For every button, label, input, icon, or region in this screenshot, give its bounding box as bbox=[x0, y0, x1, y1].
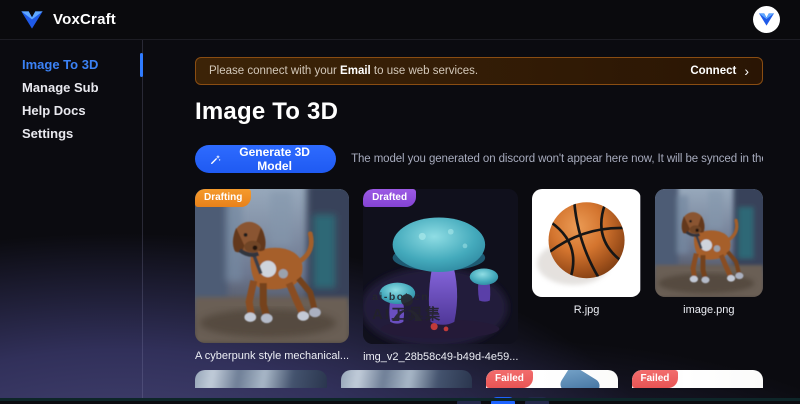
task-card: R.jpg bbox=[532, 189, 640, 363]
user-avatar[interactable] bbox=[753, 6, 780, 33]
task-thumbnail-mushroom[interactable]: ai-bot.cn AI工具集 Drafted bbox=[363, 189, 518, 344]
status-badge: Failed bbox=[632, 370, 679, 388]
sidebar-item-help-docs[interactable]: Help Docs bbox=[0, 100, 142, 122]
discord-sync-notice: The model you generated on discord won't… bbox=[351, 153, 763, 165]
watermark: ai-bot.cn AI工具集 bbox=[372, 291, 442, 324]
main-content: Please connect with your Email to use we… bbox=[143, 40, 800, 401]
banner-text: Please connect with your Email to use we… bbox=[209, 65, 478, 77]
task-card-partial[interactable] bbox=[195, 370, 327, 388]
connect-button[interactable]: Connect › bbox=[690, 64, 749, 78]
task-caption: A cyberpunk style mechanical... bbox=[195, 350, 349, 362]
magic-wand-icon bbox=[210, 153, 221, 166]
sidebar: Image To 3D Manage Sub Help Docs Setting… bbox=[0, 40, 143, 401]
ai-bot-logo-icon bbox=[372, 291, 442, 324]
actions-row: Generate 3D Model The model you generate… bbox=[195, 145, 763, 173]
task-thumbnail-robot-dog[interactable] bbox=[655, 189, 763, 297]
generate-3d-model-button[interactable]: Generate 3D Model bbox=[195, 145, 336, 173]
status-badge: Drafted bbox=[363, 189, 416, 207]
page-title: Image To 3D bbox=[195, 98, 763, 126]
sidebar-item-manage-sub[interactable]: Manage Sub bbox=[0, 77, 142, 99]
task-caption: img_v2_28b58c49-b49d-4e59... bbox=[363, 351, 518, 363]
top-bar: VoxCraft bbox=[0, 0, 800, 40]
sidebar-item-settings[interactable]: Settings bbox=[0, 123, 142, 145]
status-badge: Drafting bbox=[195, 189, 251, 207]
task-grid-next-row: Failed Failed bbox=[195, 370, 763, 388]
task-grid: Drafting A cyberpunk style mechanical... bbox=[195, 189, 763, 363]
task-card: image.png bbox=[655, 189, 763, 363]
task-thumbnail-basketball[interactable] bbox=[532, 189, 640, 297]
brand-logo[interactable]: VoxCraft bbox=[20, 9, 116, 31]
voxcraft-logo-icon bbox=[20, 9, 44, 31]
robot-dog-image bbox=[655, 189, 763, 297]
banner-email-highlight: Email bbox=[340, 65, 371, 77]
bottom-accent-strip bbox=[0, 398, 800, 401]
city-image-partial bbox=[341, 370, 473, 388]
chevron-right-icon: › bbox=[744, 64, 749, 78]
task-card: Drafting A cyberpunk style mechanical... bbox=[195, 189, 349, 363]
basketball-image bbox=[532, 189, 640, 297]
email-connect-banner: Please connect with your Email to use we… bbox=[195, 57, 763, 85]
status-badge: Failed bbox=[486, 370, 533, 388]
task-card: ai-bot.cn AI工具集 Drafted img_v2_28b58c49-… bbox=[363, 189, 518, 363]
page-body: Image To 3D Manage Sub Help Docs Setting… bbox=[0, 40, 800, 401]
avatar-logo-icon bbox=[758, 12, 775, 27]
task-card-partial[interactable]: Failed bbox=[486, 370, 618, 388]
app-name: VoxCraft bbox=[53, 11, 116, 28]
task-caption: R.jpg bbox=[532, 304, 640, 316]
sidebar-item-image-to-3d[interactable]: Image To 3D bbox=[0, 54, 142, 76]
task-thumbnail-cyberpunk-dog[interactable]: Drafting bbox=[195, 189, 349, 343]
task-card-partial[interactable] bbox=[341, 370, 473, 388]
city-image-partial bbox=[195, 370, 327, 388]
cyberpunk-dog-image bbox=[195, 189, 349, 343]
task-card-partial[interactable]: Failed bbox=[632, 370, 764, 388]
voxcraft-app: VoxCraft Image To 3D Manage Sub Help Doc… bbox=[0, 0, 800, 404]
task-caption: image.png bbox=[655, 304, 763, 316]
